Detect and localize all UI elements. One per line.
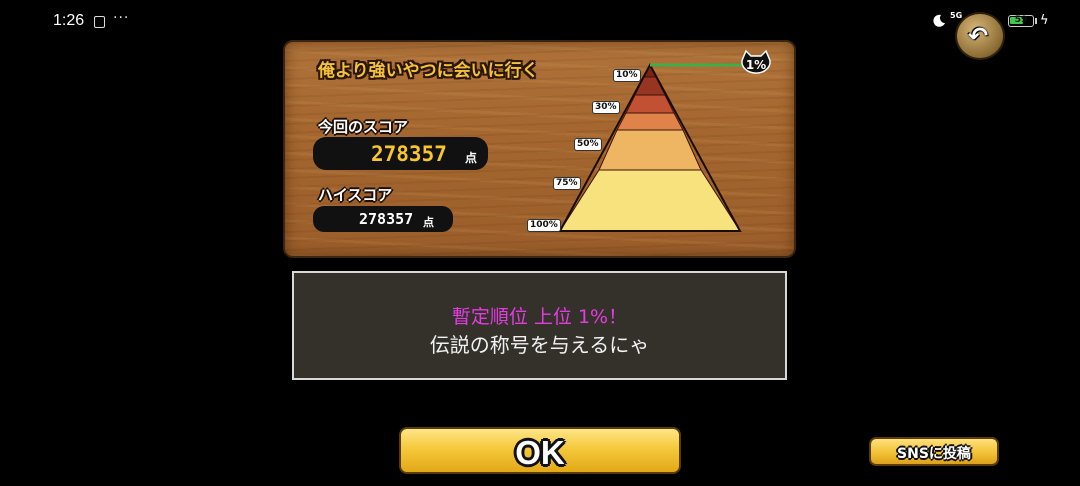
high-score-unit: 点 [423, 216, 434, 229]
high-score-label: ハイスコア [318, 186, 393, 204]
notification-icon [94, 16, 105, 28]
battery-tip [1035, 18, 1037, 24]
pyramid-label-100: 100% [527, 219, 561, 232]
current-score-box: 278357 点 [313, 137, 488, 170]
pyramid-tier-50-75 [598, 129, 702, 171]
pyramid-label-75: 75% [553, 177, 581, 190]
current-score-unit: 点 [465, 151, 478, 165]
back-arrow-icon: ↶ [968, 22, 989, 50]
high-score-value: 278357 [359, 210, 414, 228]
current-score-value: 278357 [371, 142, 447, 166]
more-notifications-icon: ··· [113, 10, 130, 26]
result-message-panel: 暫定順位 上位 1%！ 伝説の称号を与えるにゃ [292, 271, 787, 380]
back-button[interactable]: ↶ [955, 12, 1005, 60]
pyramid-label-50: 50% [574, 138, 602, 151]
sns-post-button[interactable]: SNSに投稿 [869, 437, 999, 466]
status-bar: 1:26 ··· 5G 59 ϟ [0, 0, 1080, 44]
battery-percent: 59 [1014, 15, 1028, 25]
pyramid-tier-30-50b [616, 112, 684, 131]
provisional-rank-text: 暫定順位 上位 1%！ [451, 306, 628, 328]
title-award-text: 伝説の称号を与えるにゃ [429, 333, 650, 357]
battery-icon: 59 [1008, 15, 1034, 27]
stage-title: 俺より強いやつに会いに行く [318, 61, 539, 81]
current-score-label: 今回のスコア [318, 118, 409, 136]
ok-button-label: OK [515, 434, 565, 471]
rank-badge-text: 1% [745, 58, 767, 72]
do-not-disturb-moon-icon [933, 14, 945, 27]
charging-icon: ϟ [1040, 13, 1049, 28]
sns-post-button-label: SNSに投稿 [897, 446, 971, 462]
pyramid-label-30: 30% [592, 101, 620, 114]
clock: 1:26 [53, 12, 85, 29]
high-score-box: 278357 点 [313, 206, 453, 232]
ok-button[interactable]: OK [399, 427, 681, 474]
pyramid-label-10: 10% [613, 69, 641, 82]
